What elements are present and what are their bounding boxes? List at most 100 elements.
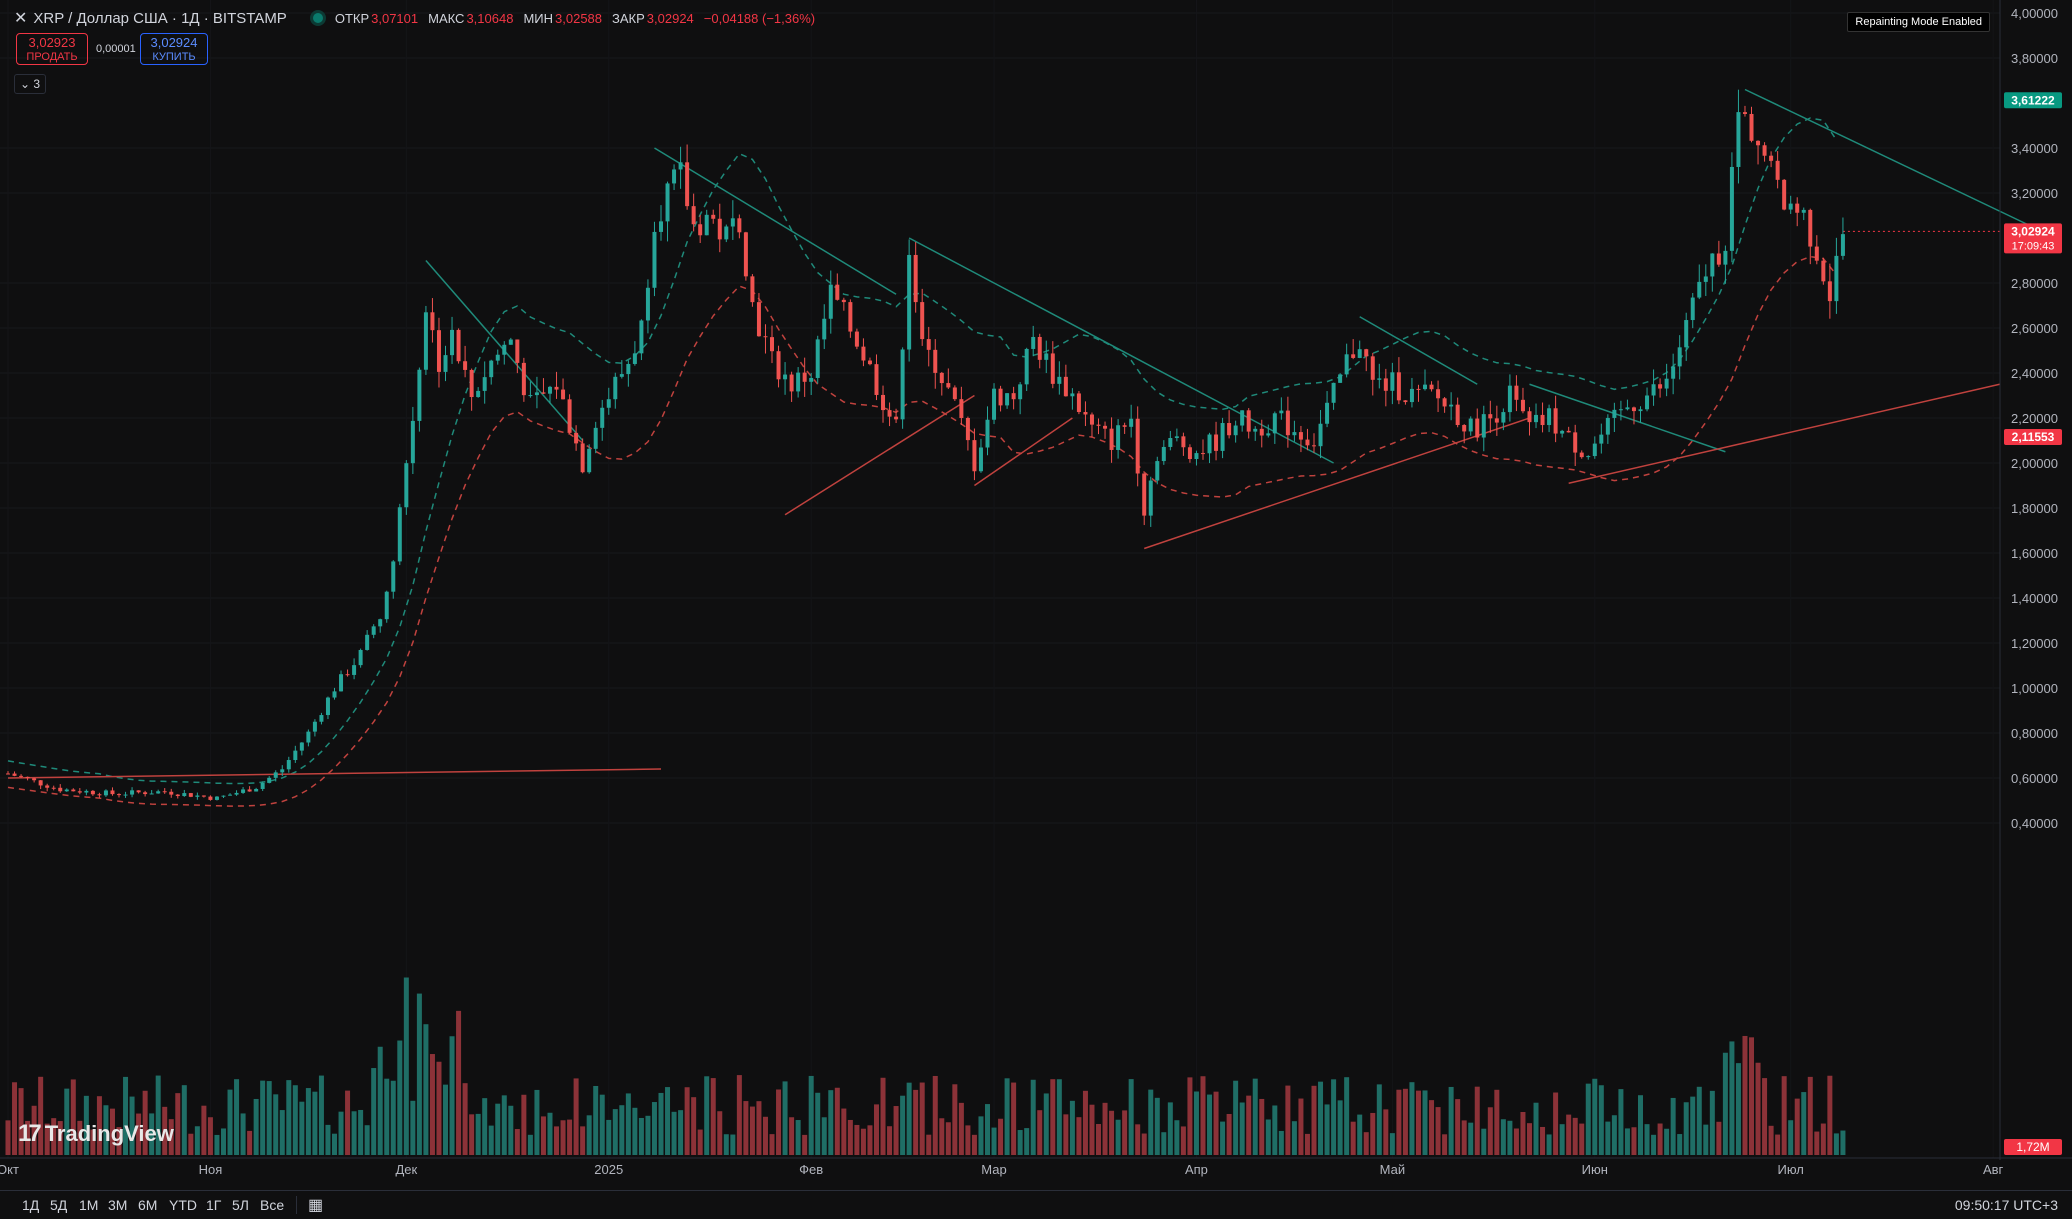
price-chart[interactable]: 4,00000 3,80000 3,40000 3,20000 2,80000 2,600… (0, 0, 2072, 1190)
range-5d[interactable]: 5Д (50, 1197, 67, 1213)
volume-bar (377, 1046, 383, 1155)
volume-bar (1069, 1100, 1075, 1155)
x-tick-label: Июл (1777, 1162, 1803, 1177)
candle-body (822, 318, 827, 340)
candle-body (1520, 399, 1525, 412)
range-1m[interactable]: 1М (79, 1197, 98, 1213)
candle-body (1769, 155, 1774, 161)
range-all[interactable]: Все (260, 1197, 284, 1213)
candle-body (1488, 414, 1493, 419)
candle-body (763, 336, 768, 338)
volume-bar (201, 1105, 207, 1155)
volume-bar (1363, 1132, 1369, 1155)
candle-body (1729, 166, 1734, 251)
volume-bar (279, 1110, 285, 1155)
volume-bar (985, 1104, 990, 1155)
range-3m[interactable]: 3М (108, 1197, 127, 1213)
close-icon[interactable]: ✕ (14, 8, 27, 28)
candle-body (469, 369, 474, 398)
candle-body (1638, 409, 1643, 412)
candle-body (58, 787, 63, 792)
candle-body (1710, 253, 1715, 277)
buy-button[interactable]: 3,02924 КУПИТЬ (140, 33, 208, 65)
candle-body (848, 302, 853, 332)
candle-body (554, 386, 559, 390)
volume-bar (384, 1078, 390, 1155)
volume-bar (704, 1076, 710, 1155)
candle-body (423, 312, 428, 370)
candle-body (1455, 404, 1460, 426)
candle-body (1148, 480, 1153, 516)
range-1d[interactable]: 1Д (22, 1197, 39, 1213)
open-label: ОТКР (334, 10, 370, 26)
candle-body (234, 792, 239, 795)
y-tick-label: 1,20000 (2011, 636, 2058, 651)
candle-body (1501, 412, 1506, 423)
volume-bar (1755, 1062, 1761, 1155)
candle-body (809, 377, 814, 382)
candle-body (345, 674, 350, 676)
candle-body (260, 782, 265, 789)
candle-body (241, 789, 246, 793)
volume-bar (364, 1125, 370, 1155)
volume-bar (1540, 1126, 1546, 1155)
candle-body (1024, 348, 1029, 385)
candle-body (730, 218, 735, 227)
candle-body (332, 691, 337, 698)
candle-body (698, 224, 703, 236)
volume-bar (488, 1125, 494, 1155)
calendar-icon[interactable]: ▦ (308, 1195, 323, 1215)
candle-body (358, 649, 363, 666)
candle-body (1089, 414, 1094, 425)
sell-button[interactable]: 3,02923 ПРОДАТЬ (16, 33, 88, 65)
candle-body (1840, 234, 1845, 256)
volume-bar (1461, 1120, 1467, 1155)
candle-body (1599, 434, 1604, 444)
candle-body (841, 299, 846, 303)
y-tick-label: 0,80000 (2011, 726, 2058, 741)
candle-body (926, 339, 931, 350)
range-6m[interactable]: 6М (138, 1197, 157, 1213)
volume-bar (1063, 1114, 1069, 1155)
candle-body (12, 773, 17, 776)
volume-bar (1291, 1121, 1297, 1155)
range-5y[interactable]: 5Л (232, 1197, 249, 1213)
volume-bar (312, 1091, 318, 1155)
candle-body (1507, 385, 1512, 413)
candle-body (1468, 418, 1473, 432)
candle-body (867, 360, 872, 365)
volume-bar (1265, 1119, 1271, 1155)
volume-bar (1605, 1121, 1611, 1155)
candle-body (815, 339, 820, 378)
indicators-toggle[interactable]: ⌄ 3 (14, 74, 46, 94)
candle-body (1801, 209, 1806, 213)
volume-bar (1638, 1095, 1643, 1155)
volume-bar (867, 1125, 873, 1155)
volume-bar (1402, 1088, 1408, 1155)
volume-bar (1533, 1102, 1539, 1155)
candle-body (228, 794, 233, 796)
volume-bar (1311, 1085, 1317, 1155)
volume-bar (527, 1134, 533, 1155)
candle-body (175, 794, 180, 797)
volume-bar (1409, 1082, 1415, 1155)
range-1y[interactable]: 1Г (206, 1197, 221, 1213)
range-ytd[interactable]: YTD (169, 1197, 197, 1213)
volume-bar (834, 1087, 840, 1155)
volume-bar (1154, 1097, 1160, 1155)
volume-bar (1487, 1107, 1493, 1155)
volume-bar (1037, 1110, 1043, 1155)
tradingview-logo[interactable]: 17 TradingView (18, 1120, 174, 1148)
volume-bar (1840, 1130, 1846, 1155)
volume-bar (1716, 1121, 1722, 1155)
candle-body (1592, 443, 1597, 457)
candle-body (1005, 393, 1010, 406)
candle-body (436, 330, 441, 372)
candle-body (750, 276, 755, 303)
volume-bar (749, 1106, 755, 1155)
volume-bar (658, 1092, 664, 1155)
symbol-title[interactable]: XRP / Доллар США · 1Д · BITSTAMP (33, 10, 286, 27)
clock[interactable]: 09:50:17 UTC+3 (1955, 1197, 2058, 1213)
x-tick-label: 2025 (594, 1162, 623, 1177)
candle-body (789, 374, 794, 392)
